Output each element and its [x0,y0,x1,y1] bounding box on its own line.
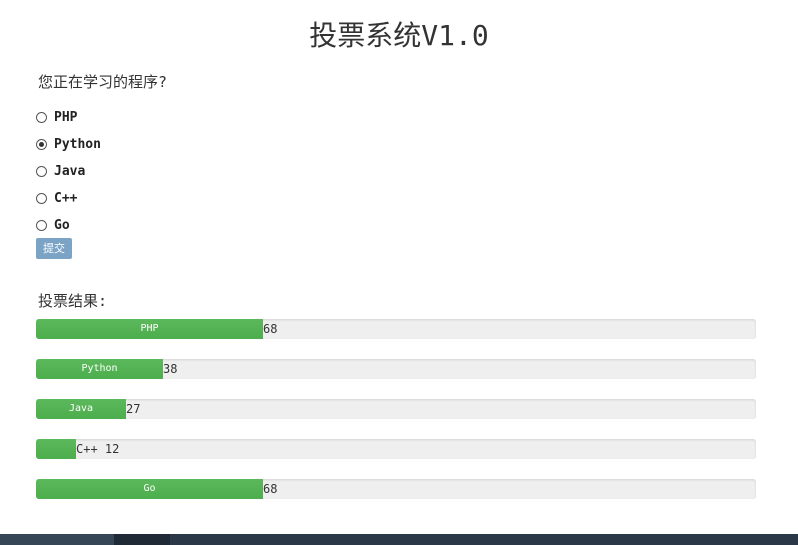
option-php[interactable]: PHP [36,104,101,131]
vote-count-php: 68 [263,322,278,336]
taskbar-segment [114,534,170,545]
option-python[interactable]: Python [36,131,101,158]
radio-cpp[interactable] [36,193,47,204]
option-label: Python [54,137,101,152]
progress-fill-go: Go [36,479,263,499]
result-row-cpp: C++ 12 [36,439,756,459]
vote-count-go: 68 [263,482,278,496]
vote-count-java: 27 [126,402,141,416]
taskbar-segment [0,534,114,545]
results-title: 投票结果: [38,292,108,310]
option-label: Go [54,218,70,233]
progress-track [36,399,756,419]
poll-options: PHP Python Java C++ Go [36,104,101,239]
option-label: C++ [54,191,78,206]
progress-fill-python: Python [36,359,163,379]
radio-php[interactable] [36,112,47,123]
radio-python[interactable] [36,139,47,150]
option-java[interactable]: Java [36,158,101,185]
radio-java[interactable] [36,166,47,177]
progress-fill-cpp [36,439,76,459]
option-cpp[interactable]: C++ [36,185,101,212]
radio-go[interactable] [36,220,47,231]
progress-fill-java: Java [36,399,126,419]
vote-count-python: 38 [163,362,178,376]
option-go[interactable]: Go [36,212,101,239]
result-row-go: Go 68 [36,479,756,499]
vote-count-cpp: C++ 12 [76,442,120,456]
result-row-python: Python 38 [36,359,756,379]
submit-button[interactable]: 提交 [36,238,72,259]
result-row-php: PHP 68 [36,319,756,339]
bottom-taskbar [0,534,798,545]
page-title: 投票系统V1.0 [309,19,489,52]
progress-track [36,439,756,459]
poll-question: 您正在学习的程序? [38,73,168,91]
progress-fill-php: PHP [36,319,263,339]
results-bars: PHP 68 Python 38 Java 27 C++ 12 Go 68 [36,319,756,519]
option-label: Java [54,164,86,179]
option-label: PHP [54,110,78,125]
result-row-java: Java 27 [36,399,756,419]
